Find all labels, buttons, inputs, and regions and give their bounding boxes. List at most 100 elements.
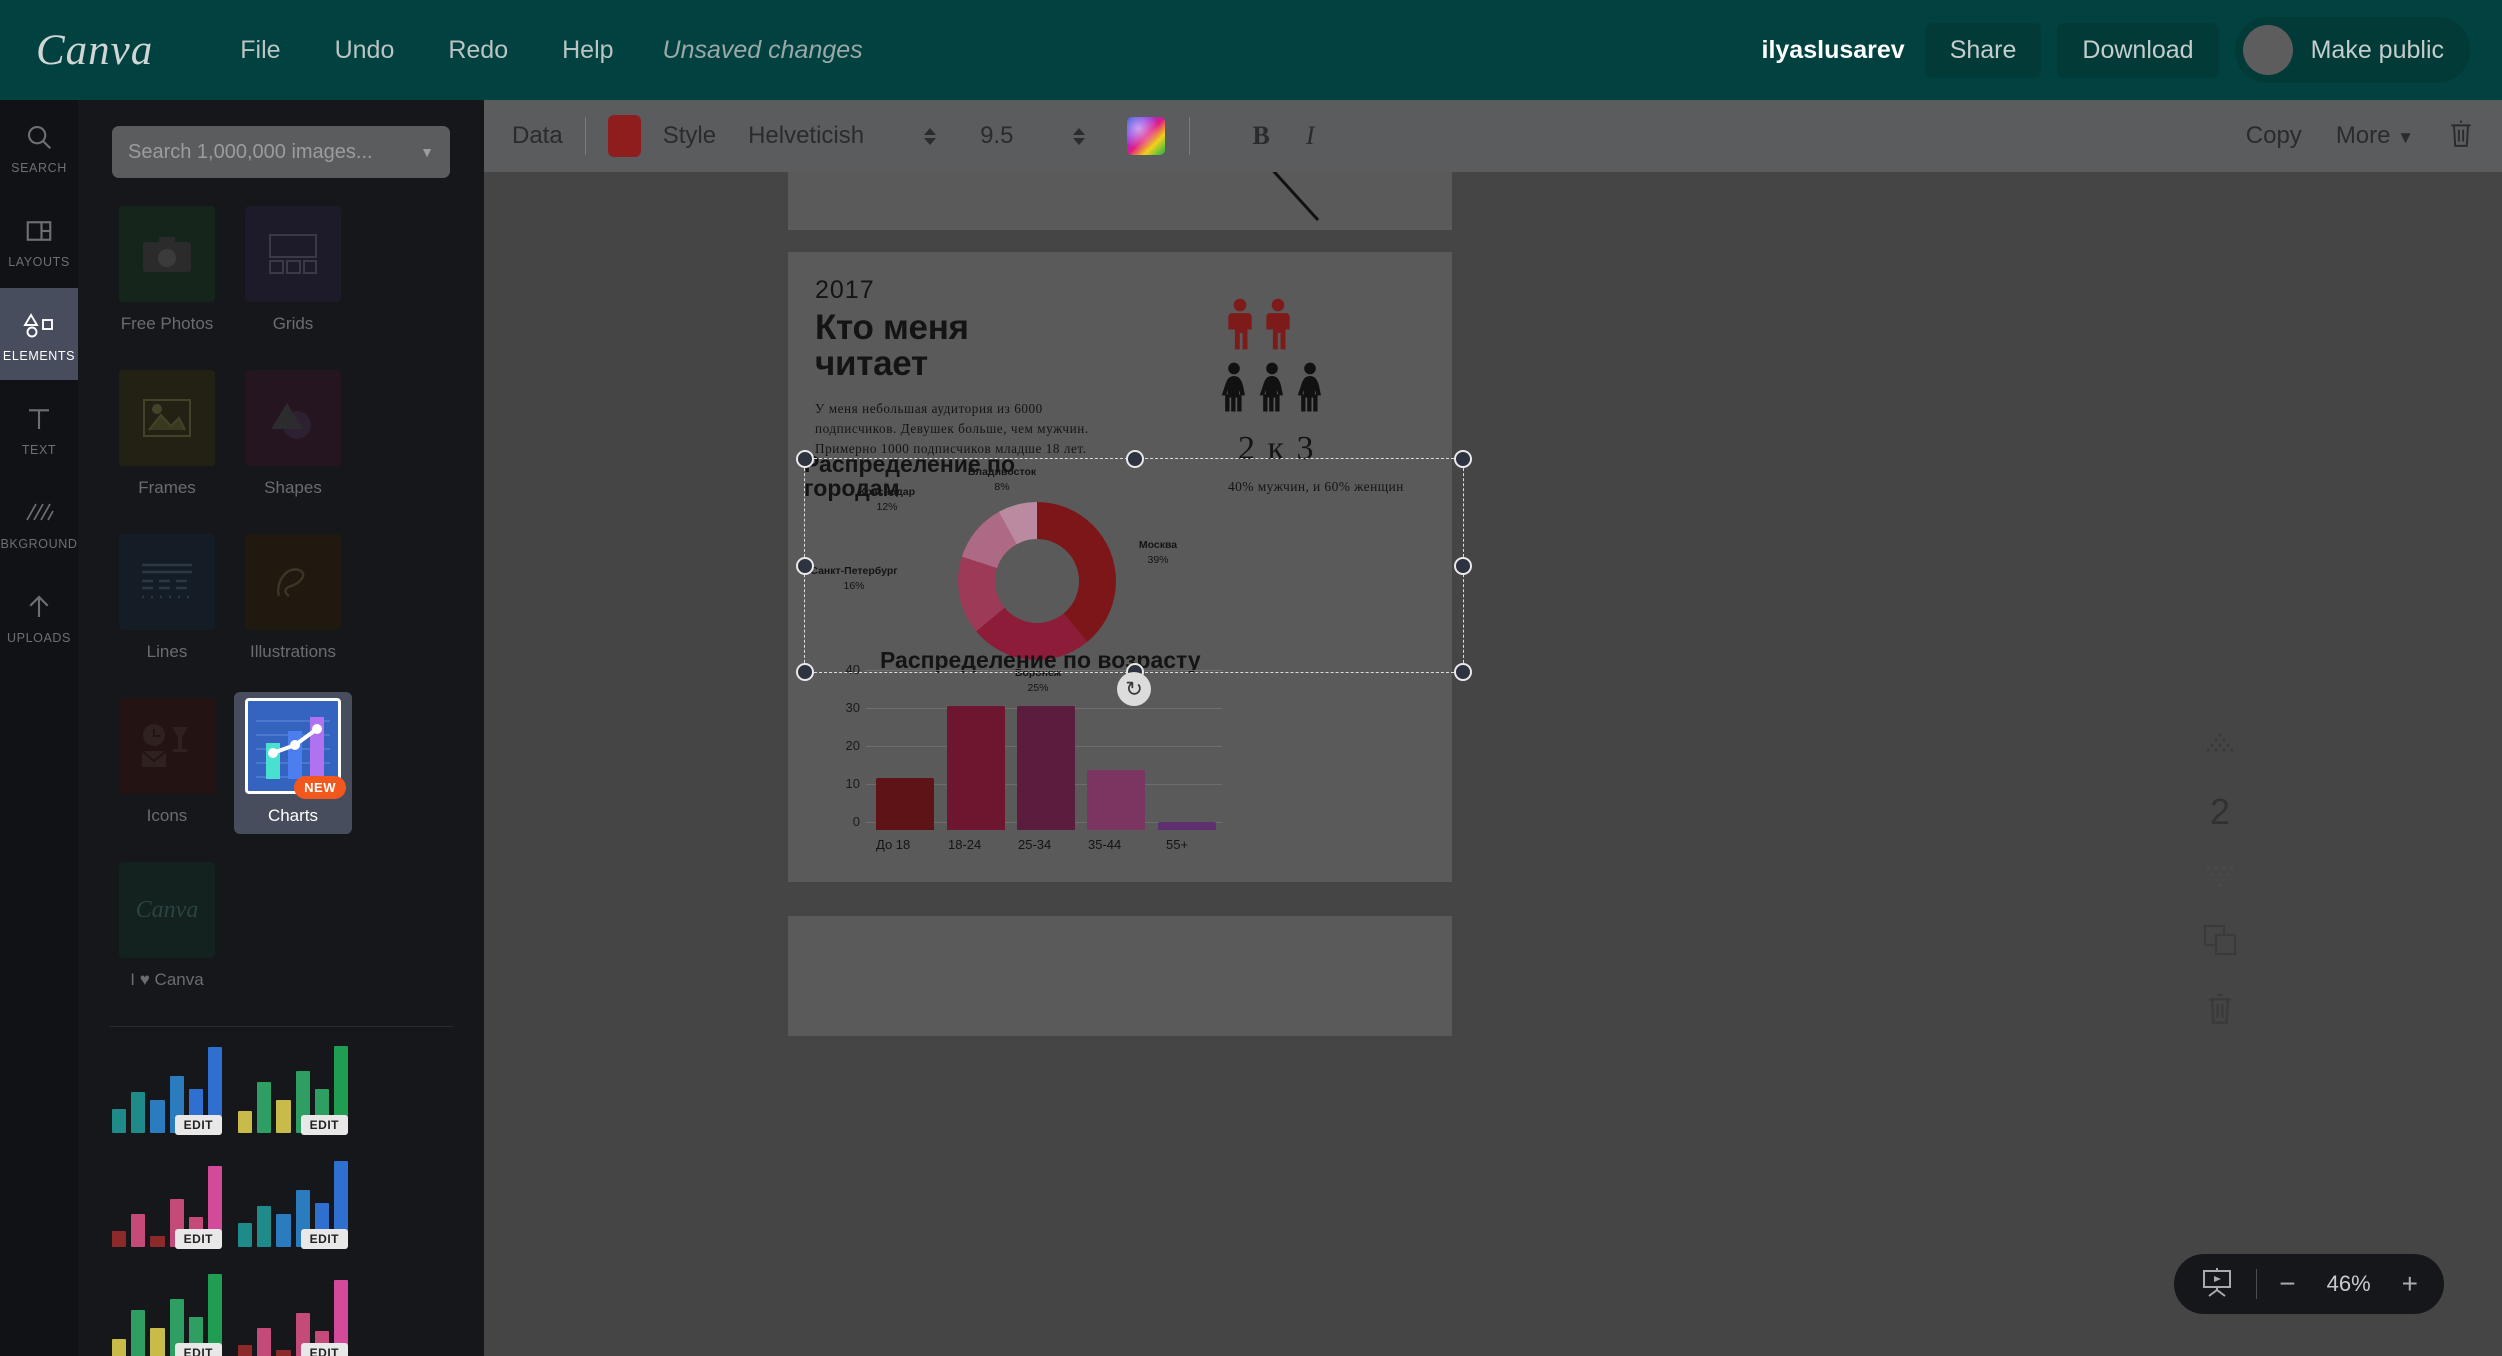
font-family-stepper[interactable] (924, 127, 937, 145)
category-card-icons[interactable]: Icons (108, 692, 226, 834)
resize-handle-n[interactable] (1126, 450, 1144, 468)
resize-handle-e[interactable] (1454, 557, 1472, 575)
resize-handle-w[interactable] (796, 557, 814, 575)
x-tick-2: 25-34 (1018, 837, 1052, 852)
age-bar-chart[interactable]: 40 30 20 10 0 До 18 18-24 25-34 35-44 55… (822, 662, 1222, 852)
data-button[interactable]: Data (512, 122, 563, 150)
make-public-toggle[interactable]: Make public (2234, 17, 2470, 83)
text-color-picker[interactable] (1127, 117, 1166, 155)
canvas-area[interactable]: 2017 Кто меня читает У меня небольшая ау… (484, 172, 2502, 1356)
y-tick-10: 10 (845, 776, 860, 791)
chart-template-5[interactable]: EDIT (112, 1269, 223, 1356)
chevron-down-icon[interactable]: ▼ (420, 144, 434, 160)
canvas-page-previous[interactable] (788, 172, 1452, 230)
sidebar-label-elements: ELEMENTS (2, 348, 76, 363)
edit-badge[interactable]: EDIT (300, 1229, 348, 1249)
edit-badge[interactable]: EDIT (300, 1343, 348, 1356)
category-label: Icons (146, 806, 188, 825)
chart-template-1[interactable]: EDIT (112, 1041, 223, 1135)
more-button[interactable]: More ▼ (2336, 122, 2414, 150)
zoom-divider (2256, 1269, 2258, 1299)
present-icon[interactable] (2200, 1267, 2234, 1302)
sidebar-label-search: SEARCH (11, 160, 67, 175)
menu-file[interactable]: File (213, 36, 307, 65)
sidebar-item-background[interactable]: BKGROUND (0, 476, 78, 568)
bar-series (870, 670, 1222, 830)
chart-template-3[interactable]: EDIT (112, 1155, 223, 1249)
sidebar-item-layouts[interactable]: LAYOUTS (0, 194, 78, 286)
rotate-handle[interactable]: ↻ (1117, 672, 1151, 706)
background-icon (24, 494, 54, 532)
category-card-free-photos[interactable]: Free Photos (108, 200, 226, 342)
category-card-grids[interactable]: Grids (234, 200, 352, 342)
category-card-i-love-canva[interactable]: Canva I ♥ Canva (108, 856, 226, 998)
sidebar-item-elements[interactable]: ELEMENTS (0, 288, 78, 380)
resize-handle-ne[interactable] (1454, 450, 1472, 468)
bold-button[interactable]: B (1252, 121, 1269, 151)
zoom-in-button[interactable]: + (2402, 1270, 2418, 1298)
chart-template-2[interactable]: EDIT (238, 1041, 349, 1135)
font-size-stepper[interactable] (1073, 127, 1086, 145)
delete-page-icon[interactable] (2205, 993, 2235, 1030)
toolbar-divider (584, 117, 586, 155)
duplicate-page-icon[interactable] (2203, 924, 2237, 961)
font-family-select[interactable]: Helveticish (748, 122, 864, 150)
sidebar-item-text[interactable]: TEXT (0, 382, 78, 474)
menu-undo[interactable]: Undo (308, 36, 422, 65)
sidebar-item-search[interactable]: SEARCH (0, 100, 78, 192)
canvas-page-next[interactable] (788, 916, 1452, 1036)
edit-badge[interactable]: EDIT (300, 1115, 348, 1135)
page-up-icon[interactable] (2205, 732, 2235, 759)
sidebar-item-uploads[interactable]: UPLOADS (0, 570, 78, 662)
top-bar: Canva File Undo Redo Help Unsaved change… (0, 0, 2502, 100)
search-icon (24, 118, 54, 156)
italic-button[interactable]: I (1306, 121, 1315, 151)
page-down-icon[interactable] (2205, 865, 2235, 892)
share-button[interactable]: Share (1924, 22, 2042, 78)
color-swatch-button[interactable] (607, 115, 641, 157)
chart-template-4[interactable]: EDIT (238, 1155, 349, 1249)
avatar (2242, 25, 2293, 75)
resize-handle-sw[interactable] (796, 663, 814, 681)
font-size-input[interactable]: 9.5 (980, 122, 1013, 150)
make-public-label: Make public (2310, 35, 2444, 64)
style-button[interactable]: Style (663, 122, 716, 150)
search-input[interactable]: Search 1,000,000 images... ▼ (112, 126, 450, 178)
canva-logo[interactable]: Canva (36, 26, 153, 75)
more-label: More (2335, 122, 2391, 149)
category-label: Illustrations (250, 642, 336, 661)
zoom-out-button[interactable]: − (2279, 1270, 2295, 1298)
resize-handle-nw[interactable] (796, 450, 814, 468)
chart-template-6[interactable]: EDIT (238, 1269, 349, 1356)
x-tick-4: 55+ (1166, 837, 1189, 852)
toolbar-right: Copy More ▼ (2246, 120, 2474, 153)
category-card-illustrations[interactable]: Illustrations (234, 528, 352, 670)
shapes-icon (245, 370, 341, 466)
search-area: Search 1,000,000 images... ▼ (78, 100, 484, 178)
info-title: Кто меня читает (815, 308, 969, 384)
copy-button[interactable]: Copy (2246, 122, 2302, 150)
category-label: Charts (267, 806, 319, 825)
bar-column (940, 670, 1010, 830)
y-tick-30: 30 (845, 700, 860, 715)
category-card-lines[interactable]: Lines (108, 528, 226, 670)
resize-handle-se[interactable] (1454, 663, 1472, 681)
y-tick-0: 0 (852, 814, 860, 829)
category-label: Grids (272, 314, 314, 333)
category-card-charts[interactable]: NEW Charts (234, 692, 352, 834)
edit-badge[interactable]: EDIT (174, 1115, 222, 1135)
edit-badge[interactable]: EDIT (174, 1229, 222, 1249)
chevron-down-icon: ▼ (2397, 128, 2414, 147)
category-card-frames[interactable]: Frames (108, 364, 226, 506)
category-label: Lines (146, 642, 188, 661)
menu-help[interactable]: Help (535, 36, 640, 65)
category-label: Free Photos (120, 314, 214, 333)
category-card-shapes[interactable]: Shapes (234, 364, 352, 506)
selection-box[interactable] (796, 450, 1472, 681)
trash-icon[interactable] (2448, 120, 2474, 153)
x-tick-0: До 18 (876, 837, 911, 852)
menu-redo[interactable]: Redo (421, 36, 535, 65)
upload-icon (24, 588, 54, 626)
download-button[interactable]: Download (2057, 22, 2219, 78)
edit-badge[interactable]: EDIT (174, 1343, 222, 1356)
